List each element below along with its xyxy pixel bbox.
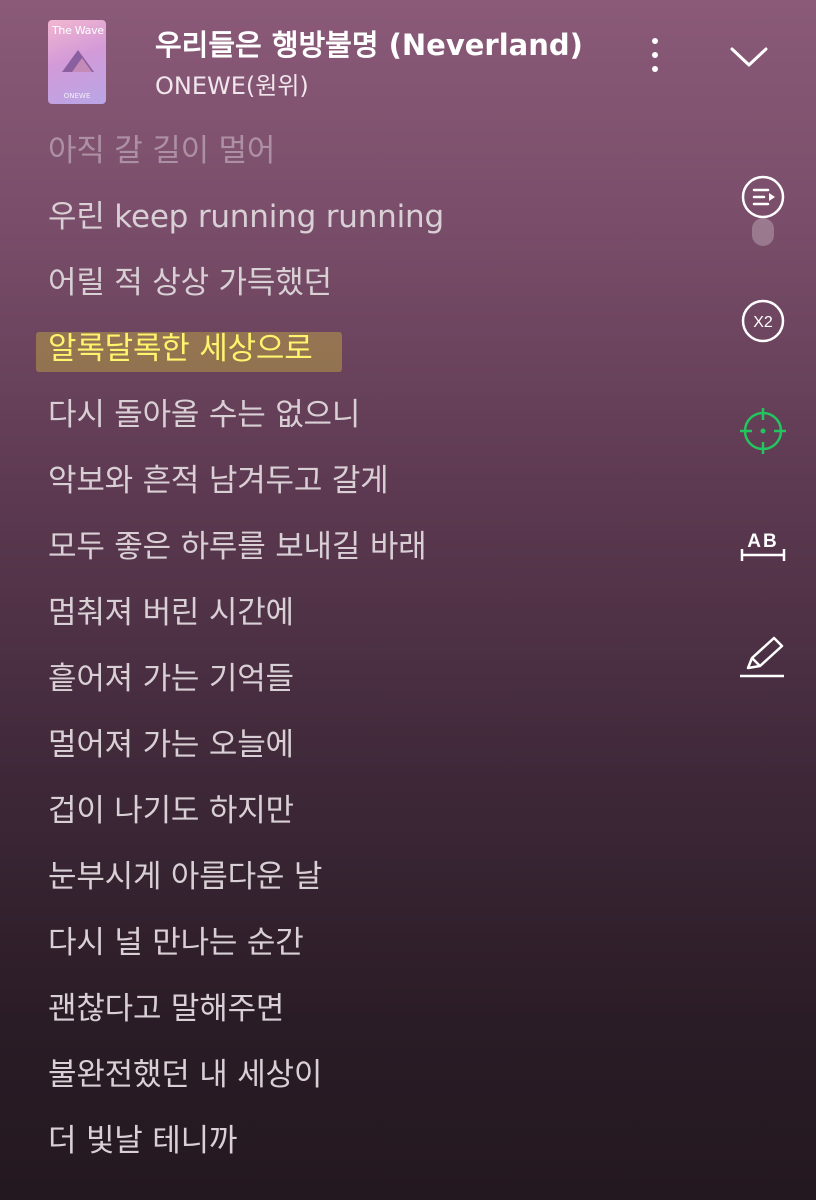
ab-repeat-button[interactable]: AB	[738, 520, 788, 570]
player-header: The Wave ONEWE 우리들은 행방불명 (Neverland) ONE…	[0, 0, 816, 120]
album-art-mountain-peak	[72, 58, 92, 72]
lyric-line[interactable]: 악보와 흔적 남겨두고 갈게	[48, 460, 389, 502]
lyric-line[interactable]: 우린 keep running running	[48, 196, 444, 238]
lyric-line-active[interactable]: 알록달록한 세상으로	[48, 328, 313, 370]
lyric-line[interactable]: 멈춰져 버린 시간에	[48, 592, 294, 634]
lyric-line[interactable]: 다시 돌아올 수는 없으니	[48, 394, 360, 436]
crosshair-icon[interactable]	[738, 406, 788, 456]
album-art-footer: ONEWE	[63, 92, 91, 100]
lyric-line[interactable]: 아직 갈 길이 멀어	[48, 130, 275, 172]
speed-x2-button[interactable]: X2	[738, 296, 788, 346]
lyric-line[interactable]: 멀어져 가는 오늘에	[48, 724, 294, 766]
lyric-line[interactable]: 괜찮다고 말해주면	[48, 988, 284, 1030]
pen-edit-icon[interactable]	[738, 632, 788, 682]
lyric-line[interactable]: 모두 좋은 하루를 보내길 바래	[48, 526, 427, 568]
lyric-line[interactable]: 흩어져 가는 기억들	[48, 658, 294, 700]
lyric-line[interactable]: 어릴 적 상상 가득했던	[48, 262, 332, 304]
song-title: 우리들은 행방불명 (Neverland)	[155, 28, 583, 62]
lyric-line[interactable]: 다시 널 만나는 순간	[48, 922, 304, 964]
scroll-handle[interactable]	[752, 218, 774, 246]
lyric-line[interactable]: 불완전했던 내 세상이	[48, 1054, 322, 1096]
more-vertical-icon[interactable]	[640, 30, 670, 80]
lyric-line[interactable]: 더 빛날 테니까	[48, 1120, 237, 1162]
album-art[interactable]: The Wave ONEWE	[48, 20, 106, 104]
album-art-title: The Wave	[52, 24, 104, 37]
lyric-line[interactable]: 겁이 나기도 하지만	[48, 790, 294, 832]
playlist-icon[interactable]	[738, 172, 788, 222]
ab-label: AB	[747, 531, 778, 552]
lyric-line[interactable]: 눈부시게 아름다운 날	[48, 856, 322, 898]
speed-label: X2	[753, 314, 773, 331]
chevron-down-icon[interactable]	[726, 40, 772, 74]
side-controls: X2 AB	[706, 160, 816, 720]
artist-name[interactable]: ONEWE(원위)	[155, 66, 309, 101]
